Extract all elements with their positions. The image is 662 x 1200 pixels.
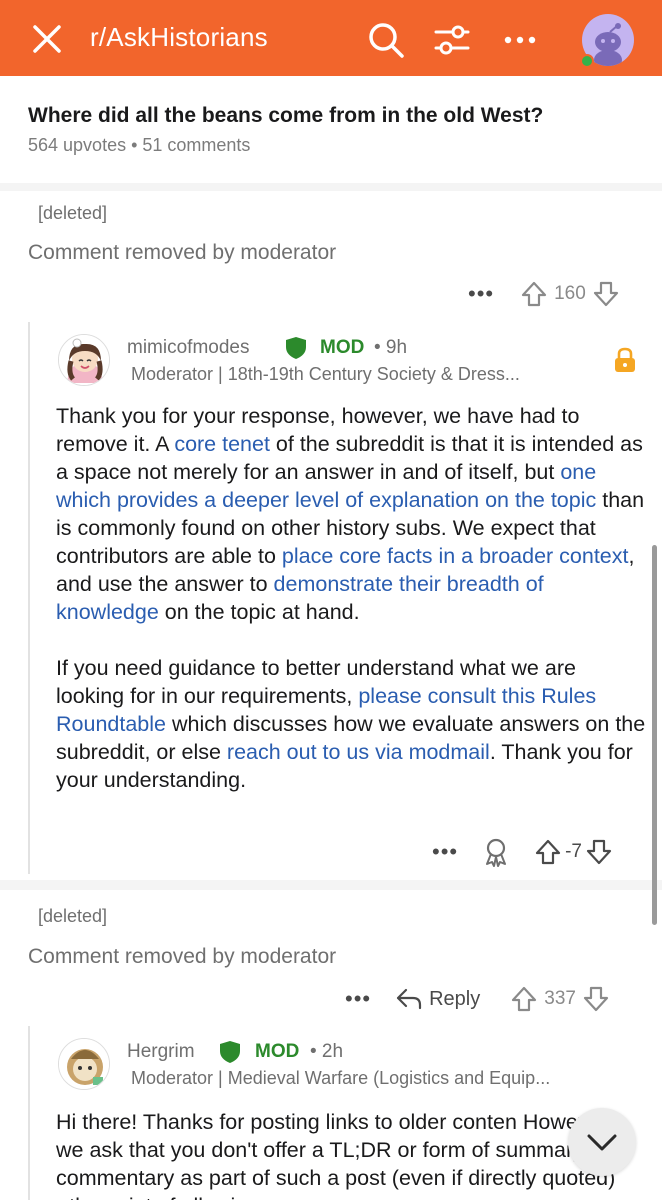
vote-count: 337	[544, 988, 576, 1009]
upvote-icon[interactable]	[534, 838, 562, 866]
user-avatar[interactable]	[58, 334, 110, 386]
chevron-down-icon	[587, 1134, 617, 1151]
mod-badge: MOD	[320, 337, 365, 358]
reply-icon[interactable]	[395, 987, 423, 1011]
more-icon[interactable]	[500, 26, 540, 54]
user-flair: Moderator | Medieval Warfare (Logistics …	[131, 1068, 551, 1088]
link-modmail[interactable]: reach out to us via modmail	[227, 740, 490, 764]
comment-username[interactable]: mimicofmodes	[127, 337, 249, 359]
upvote-icon[interactable]	[510, 985, 538, 1013]
comment-text: Hi there! Thanks for posting links to ol…	[56, 1110, 616, 1200]
mod-shield-icon	[286, 337, 306, 359]
mod-badge: MOD	[255, 1041, 300, 1062]
close-icon[interactable]	[30, 22, 64, 56]
divider	[0, 880, 662, 890]
comment-body: Comment removed by moderator	[28, 945, 337, 968]
reply-button[interactable]: Reply	[429, 988, 480, 1011]
search-icon[interactable]	[366, 20, 406, 60]
downvote-icon[interactable]	[585, 838, 613, 866]
comment-paragraph: Thank you for your response, however, we…	[56, 402, 646, 626]
lock-icon	[615, 347, 635, 372]
comment-time: • 2h	[310, 1041, 344, 1062]
post-title[interactable]: Where did all the beans come from in the…	[28, 104, 543, 128]
vote-count: -7	[565, 841, 583, 862]
text-span: on the topic at hand.	[158, 600, 360, 624]
comment-paragraph: If you need guidance to better understan…	[56, 654, 646, 794]
online-status-dot	[580, 54, 594, 68]
downvote-icon[interactable]	[592, 280, 620, 308]
comment-author[interactable]: [deleted]	[38, 906, 107, 927]
upvote-icon[interactable]	[520, 280, 548, 308]
downvote-icon[interactable]	[582, 985, 610, 1013]
comment-body: Comment removed by moderator	[28, 241, 337, 264]
user-avatar[interactable]	[58, 1038, 110, 1090]
reply-actions: ••• -7	[432, 836, 613, 868]
comment-text: Thank you for your response, however, we…	[56, 402, 646, 822]
filters-icon[interactable]	[432, 20, 472, 60]
divider	[0, 183, 662, 191]
subreddit-title[interactable]: r/AskHistorians	[90, 22, 268, 53]
thread-line	[28, 322, 30, 874]
more-options-icon[interactable]: •••	[468, 283, 494, 305]
more-options-icon[interactable]: •••	[345, 988, 371, 1010]
mod-shield-icon	[220, 1041, 240, 1063]
vote-count: 160	[554, 283, 586, 304]
link-broader-context[interactable]: place core facts in a broader context	[282, 544, 629, 568]
comment-author[interactable]: [deleted]	[38, 203, 107, 224]
comment-username[interactable]: Hergrim	[127, 1041, 195, 1063]
comment-actions: ••• 160	[468, 278, 620, 310]
next-comment-button[interactable]	[568, 1108, 636, 1176]
top-bar: r/AskHistorians	[0, 0, 662, 76]
thread-line	[28, 1026, 30, 1200]
scrollbar[interactable]	[652, 545, 657, 925]
link-core-tenet[interactable]: core tenet	[174, 432, 270, 456]
comment-time: • 9h	[374, 337, 408, 358]
award-icon[interactable]	[482, 837, 510, 867]
more-options-icon[interactable]: •••	[432, 841, 458, 863]
comment-actions: ••• Reply 337	[345, 983, 610, 1015]
user-flair: Moderator | 18th-19th Century Society & …	[131, 364, 520, 384]
post-meta: 564 upvotes • 51 comments	[28, 135, 251, 155]
